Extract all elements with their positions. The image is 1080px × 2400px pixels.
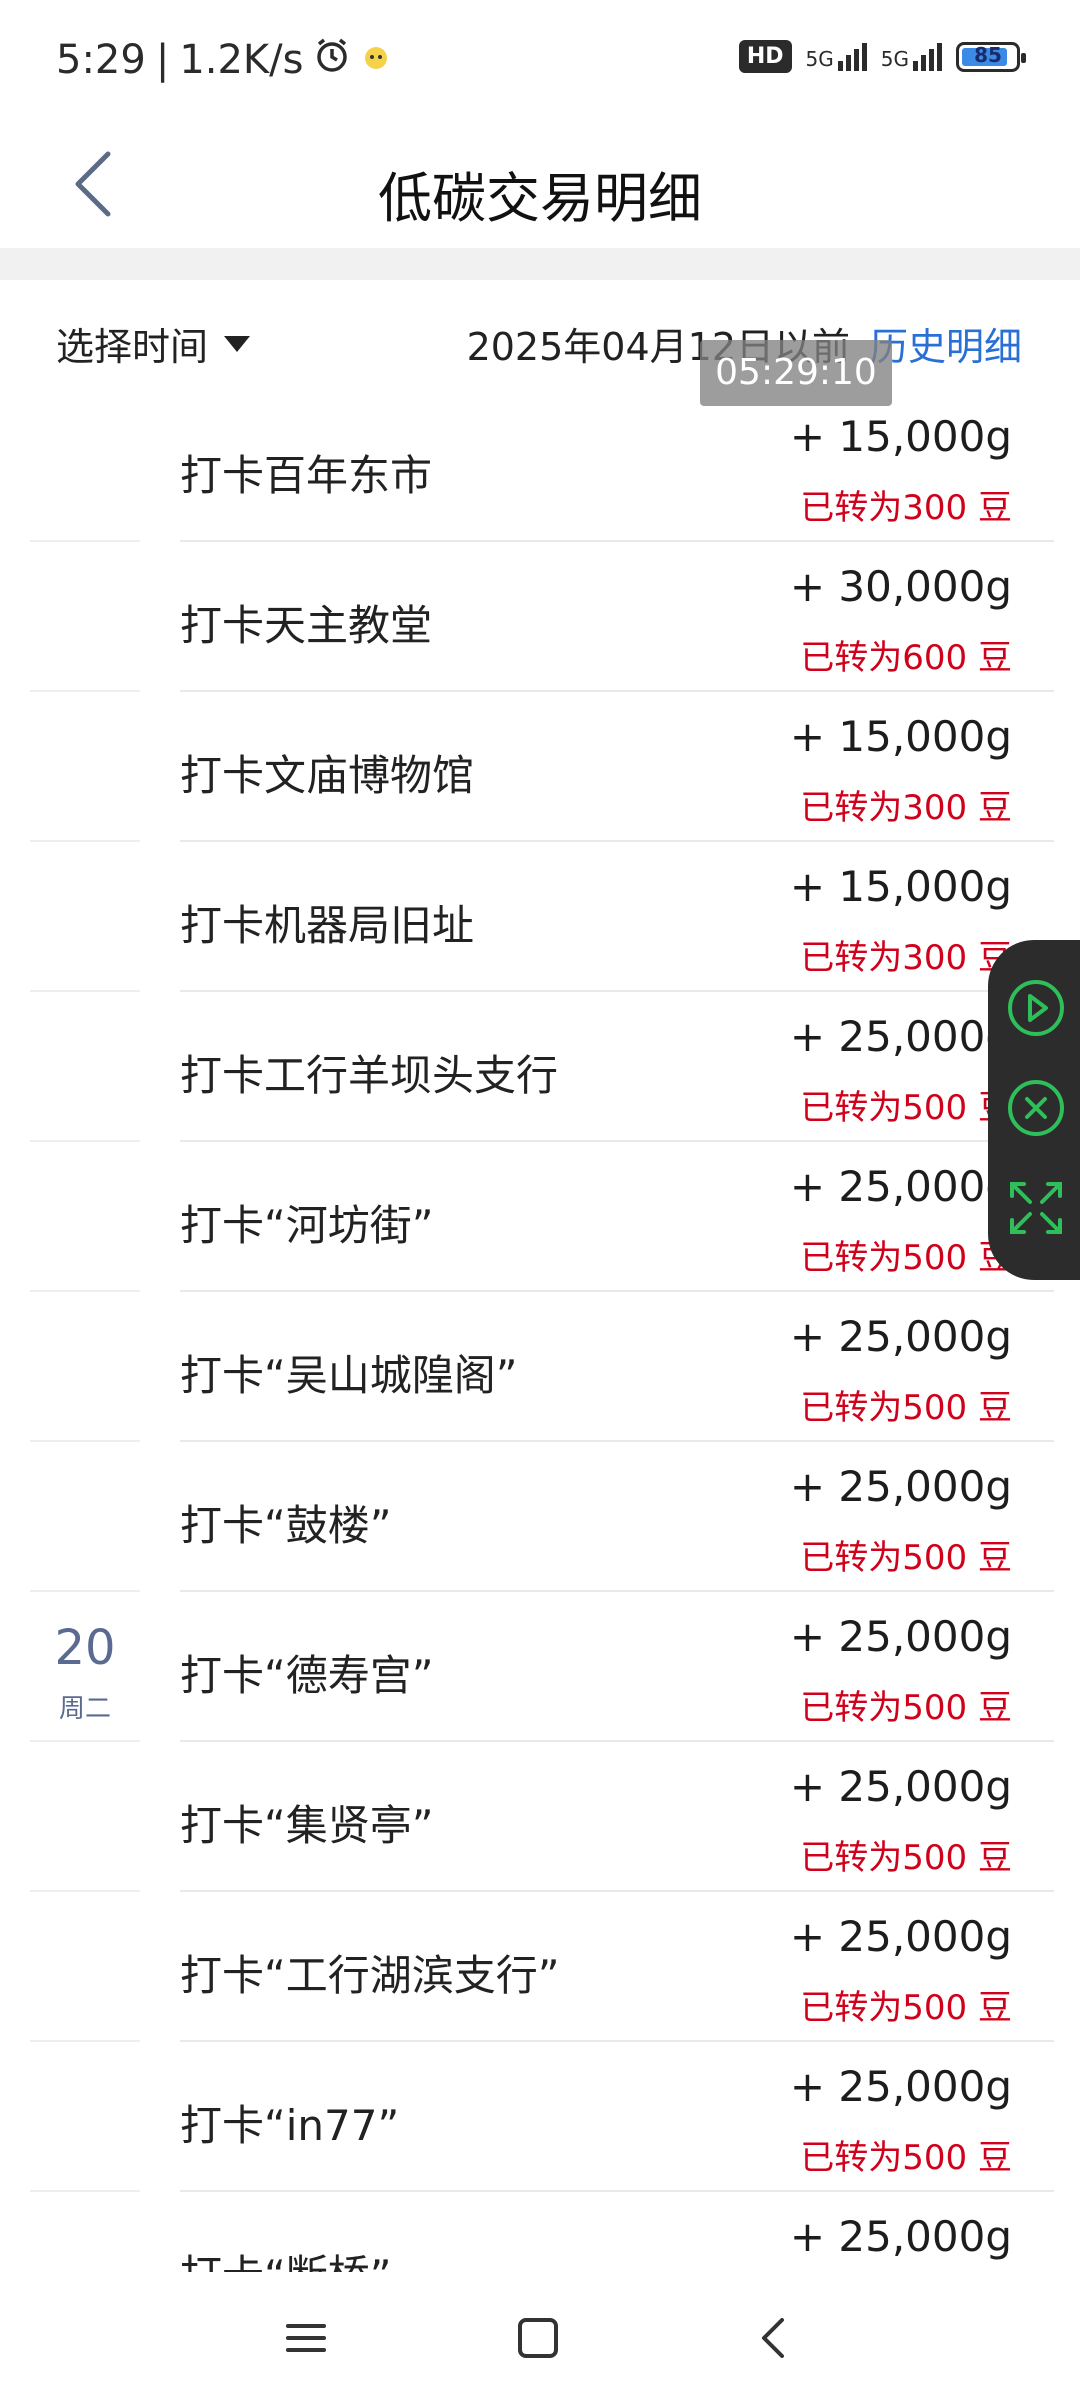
transaction-title: 打卡百年东市	[180, 451, 433, 500]
transaction-amount: + 25,000g	[789, 2212, 1012, 2261]
home-square-icon	[518, 2318, 558, 2358]
transaction-amount: + 25,000g	[789, 1612, 1012, 1661]
transaction-amount: + 25,000g	[789, 1162, 1012, 1211]
transaction-row[interactable]: 打卡“吴山城隍阁” + 25,000g 已转为500 豆	[0, 1292, 1080, 1442]
transaction-row[interactable]: 打卡百年东市 + 15,000g 已转为300 豆	[0, 392, 1080, 542]
transaction-amount: + 25,000g	[789, 1012, 1012, 1061]
transaction-amount: + 30,000g	[789, 562, 1012, 611]
transaction-amount: + 15,000g	[789, 862, 1012, 911]
date-weekday: 周二	[58, 1694, 111, 1724]
nav-home-button[interactable]	[508, 2308, 568, 2368]
transaction-row[interactable]: 打卡机器局旧址 + 15,000g 已转为300 豆	[0, 842, 1080, 992]
transaction-row[interactable]: 打卡“河坊街” + 25,000g 已转为500 豆	[0, 1142, 1080, 1292]
play-button[interactable]	[1006, 978, 1066, 1038]
transaction-title: 打卡“工行湖滨支行”	[180, 1951, 560, 2000]
transaction-title: 打卡“集贤亭”	[180, 1801, 434, 1850]
transaction-title: 打卡文庙博物馆	[180, 751, 475, 800]
transaction-title: 打卡“断桥”	[180, 2242, 392, 2272]
transaction-row[interactable]: 打卡“集贤亭” + 25,000g 已转为500 豆	[0, 1742, 1080, 1892]
transaction-row[interactable]: 打卡“断桥” + 25,000g	[0, 2192, 1080, 2272]
transaction-converted-note: 已转为600 豆	[800, 638, 1012, 678]
transaction-title: 打卡天主教堂	[180, 601, 433, 650]
close-button[interactable]	[1006, 1078, 1066, 1138]
transaction-title: 打卡“in77”	[180, 2101, 400, 2150]
transaction-row[interactable]: 打卡“in77” + 25,000g 已转为500 豆	[0, 2042, 1080, 2192]
battery-level: 85	[974, 42, 1002, 67]
transaction-converted-note: 已转为500 豆	[800, 1088, 1012, 1128]
transaction-row[interactable]: 打卡工行羊坝头支行 + 25,000g 已转为500 豆	[0, 992, 1080, 1142]
status-divider: |	[155, 37, 170, 83]
signal-bars-icon	[913, 42, 942, 71]
transaction-row[interactable]: 打卡文庙博物馆 + 15,000g 已转为300 豆	[0, 692, 1080, 842]
transaction-converted-note: 已转为300 豆	[800, 938, 1012, 978]
battery-icon: 85	[956, 41, 1026, 72]
status-left: 5:29 | 1.2K/s	[56, 36, 391, 84]
play-icon	[1008, 980, 1064, 1036]
back-triangle-icon	[762, 2318, 784, 2358]
transaction-converted-note: 已转为300 豆	[800, 488, 1012, 528]
expand-button[interactable]	[1006, 1178, 1066, 1238]
close-icon	[1008, 1080, 1064, 1136]
status-right: HD 5G 5G 85	[738, 40, 1026, 73]
status-bar: 5:29 | 1.2K/s HD 5G 5G 85	[0, 0, 1080, 126]
status-time: 5:29	[56, 37, 146, 83]
history-detail-link[interactable]: 历史明细	[870, 316, 1022, 371]
hd-badge: HD	[738, 40, 792, 73]
transaction-row[interactable]: 20 周二 打卡“德寿宫” + 25,000g 已转为500 豆	[0, 1592, 1080, 1742]
expand-icon	[1010, 1182, 1062, 1234]
signal-2: 5G	[881, 42, 942, 71]
alarm-icon	[313, 36, 351, 84]
transaction-converted-note: 已转为500 豆	[800, 2138, 1012, 2178]
date-day: 20	[54, 1620, 116, 1676]
transaction-amount: + 25,000g	[789, 1462, 1012, 1511]
transaction-converted-note: 已转为500 豆	[800, 1538, 1012, 1578]
status-speed: 1.2K/s	[179, 37, 304, 83]
transaction-converted-note: 已转为300 豆	[800, 788, 1012, 828]
transaction-row[interactable]: 打卡“工行湖滨支行” + 25,000g 已转为500 豆	[0, 1892, 1080, 2042]
transaction-amount: + 15,000g	[789, 712, 1012, 761]
transaction-amount: + 25,000g	[789, 1312, 1012, 1361]
transaction-amount: + 25,000g	[789, 1762, 1012, 1811]
transaction-title: 打卡“吴山城隍阁”	[180, 1351, 518, 1400]
nav-back-button[interactable]	[744, 2308, 804, 2368]
transaction-row[interactable]: 打卡天主教堂 + 30,000g 已转为600 豆	[0, 542, 1080, 692]
time-select-dropdown[interactable]: 选择时间	[56, 316, 251, 371]
transaction-amount: + 15,000g	[789, 412, 1012, 461]
transaction-converted-note: 已转为500 豆	[800, 1988, 1012, 2028]
transaction-list[interactable]: 打卡百年东市 + 15,000g 已转为300 豆打卡天主教堂 + 30,000g 已转…	[0, 392, 1080, 2272]
transaction-converted-note: 已转为500 豆	[800, 1238, 1012, 1278]
time-select-label: 选择时间	[56, 325, 209, 369]
transaction-row[interactable]: 打卡“鼓楼” + 25,000g 已转为500 豆	[0, 1442, 1080, 1592]
signal-1: 5G	[806, 42, 867, 71]
transaction-converted-note: 已转为500 豆	[800, 1838, 1012, 1878]
transaction-converted-note: 已转为500 豆	[800, 1388, 1012, 1428]
transaction-amount: + 25,000g	[789, 2062, 1012, 2111]
section-divider	[0, 248, 1080, 280]
system-nav-bar	[0, 2272, 1080, 2400]
transaction-converted-note: 已转为500 豆	[800, 1688, 1012, 1728]
floating-control-panel[interactable]	[988, 940, 1080, 1280]
transaction-title: 打卡机器局旧址	[180, 901, 475, 950]
signal-bars-icon	[837, 42, 867, 71]
transaction-title: 打卡工行羊坝头支行	[180, 1051, 559, 1100]
app-notification-icon	[361, 37, 391, 83]
transaction-title: 打卡“鼓楼”	[180, 1501, 392, 1550]
filter-bar: 选择时间 2025年04月12日以前 历史明细	[0, 280, 1080, 392]
caret-down-icon	[224, 335, 251, 352]
menu-icon	[286, 2324, 326, 2352]
nav-menu-button[interactable]	[276, 2308, 336, 2368]
page-title: 低碳交易明细	[378, 167, 702, 230]
transaction-title: 打卡“河坊街”	[180, 1201, 434, 1250]
transaction-amount: + 25,000g	[789, 1912, 1012, 1961]
transaction-title: 打卡“德寿宫”	[180, 1651, 434, 1700]
app-header: 低碳交易明细	[0, 126, 1080, 248]
